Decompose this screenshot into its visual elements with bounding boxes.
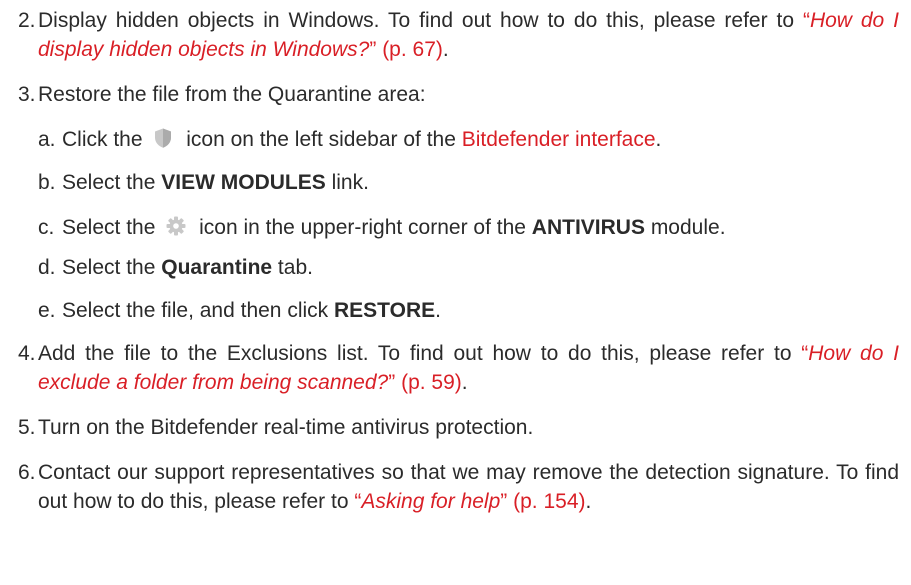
step-3: 3. Restore the file from the Quarantine …	[18, 80, 899, 109]
substep-e: e. Select the file, and then click RESTO…	[38, 296, 899, 325]
substep-mid: icon on the left sidebar of the	[186, 128, 462, 151]
step-text: Restore the file from the Quarantine are…	[38, 83, 426, 106]
substep-pre: Select the	[62, 216, 156, 239]
step-body: Display hidden objects in Windows. To fi…	[38, 9, 803, 32]
link-asking-for-help[interactable]: Asking for help	[361, 490, 500, 513]
substep-pre: Select the	[62, 171, 162, 194]
substep-letter: e.	[38, 299, 56, 322]
document-page: 2. Display hidden objects in Windows. To…	[0, 0, 911, 585]
page-ref-link[interactable]: (p. 59)	[401, 371, 462, 394]
step-2: 2. Display hidden objects in Windows. To…	[18, 6, 899, 64]
step-text: Contact our support representatives so t…	[38, 458, 899, 516]
substep-end: .	[655, 128, 662, 151]
substep-mid: icon in the upper-right corner of the	[199, 216, 532, 239]
substep-text: Select the file, and then click RESTORE.	[62, 296, 441, 325]
step-text: Turn on the Bitdefender real-time antivi…	[38, 416, 534, 439]
substep-c: c. Select the icon in the upper-right co…	[38, 213, 899, 242]
substep-text: Select the VIEW MODULES link.	[62, 168, 369, 197]
link-bitdefender-interface[interactable]: Bitdefender interface	[462, 128, 656, 151]
step-number: 6.	[18, 461, 36, 484]
substep-a: a. Click the icon on the left sidebar of…	[38, 125, 899, 154]
step-5: 5. Turn on the Bitdefender real-time ant…	[18, 413, 899, 442]
step-text: Add the file to the Exclusions list. To …	[38, 339, 899, 397]
step-6: 6. Contact our support representatives s…	[18, 458, 899, 516]
substep-bold: VIEW MODULES	[161, 171, 326, 194]
page-ref-link[interactable]: (p. 67)	[382, 38, 443, 61]
step-body: Add the file to the Exclusions list. To …	[38, 342, 802, 365]
substep-letter: a.	[38, 128, 56, 151]
step-text: Display hidden objects in Windows. To fi…	[38, 6, 899, 64]
substep-pre: Select the	[62, 256, 162, 279]
quote-close: ”	[369, 38, 377, 61]
step-number: 3.	[18, 83, 36, 106]
substep-end: .	[435, 299, 441, 322]
substep-end: tab.	[272, 256, 313, 279]
substep-bold: Quarantine	[161, 256, 273, 279]
quote-close: ”	[500, 490, 508, 513]
substep-end: module.	[644, 216, 726, 239]
quote-close: ”	[388, 371, 396, 394]
step-number: 5.	[18, 416, 36, 439]
step-number: 4.	[18, 342, 36, 365]
substep-b: b. Select the VIEW MODULES link.	[38, 168, 899, 197]
substep-text: Select the icon in the upper-right corne…	[62, 213, 726, 242]
step-4: 4. Add the file to the Exclusions list. …	[18, 339, 899, 397]
quote-open: “	[802, 9, 810, 32]
sentence-end: .	[442, 38, 449, 61]
shield-icon	[152, 127, 174, 149]
gear-icon	[165, 215, 187, 237]
substep-pre: Select the file, and then click	[62, 299, 334, 322]
substep-bold: ANTIVIRUS	[531, 216, 645, 239]
substep-d: d. Select the Quarantine tab.	[38, 253, 899, 282]
substep-end: link.	[325, 171, 369, 194]
substep-bold: RESTORE	[334, 299, 436, 322]
substep-pre: Click the	[62, 128, 143, 151]
substep-letter: c.	[38, 216, 55, 239]
substep-letter: b.	[38, 171, 56, 194]
substep-letter: d.	[38, 256, 56, 279]
substep-text: Click the icon on the left sidebar of th…	[62, 125, 661, 154]
sentence-end: .	[585, 490, 592, 513]
substep-text: Select the Quarantine tab.	[62, 253, 313, 282]
page-ref-link[interactable]: (p. 154)	[513, 490, 585, 513]
sentence-end: .	[461, 371, 468, 394]
step-number: 2.	[18, 9, 36, 32]
